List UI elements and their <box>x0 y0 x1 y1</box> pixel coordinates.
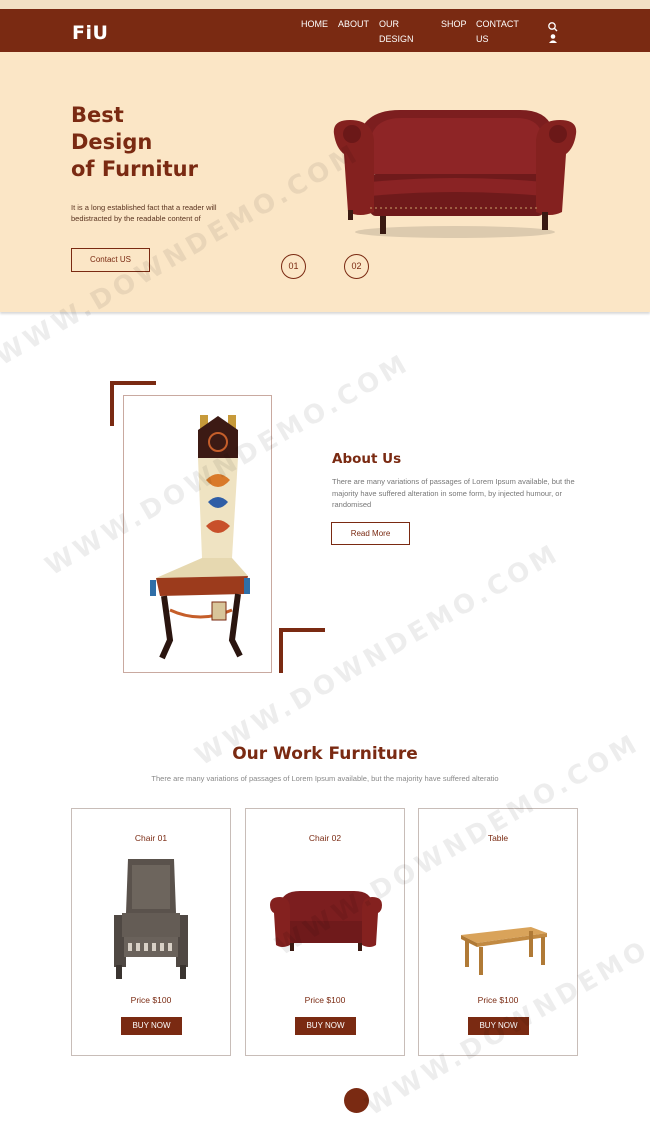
read-more-button[interactable]: Read More <box>331 522 410 545</box>
user-icon[interactable] <box>547 33 559 45</box>
hero-title: Best Design of Furnitur <box>71 102 271 183</box>
nav-link-contact-us[interactable]: CONTACT US <box>476 17 526 47</box>
product-price: Price $100 <box>477 995 519 1005</box>
top-strip <box>0 0 650 9</box>
hero-title-line: Design <box>71 130 153 154</box>
product-name: Table <box>487 833 509 843</box>
work-section-subtitle: There are many variations of passages of… <box>151 774 499 783</box>
about-description: There are many variations of passages of… <box>332 477 575 509</box>
nav-link-our-design[interactable]: OUR DESIGN <box>379 17 419 47</box>
hero-sofa-image <box>333 110 577 238</box>
product-card-table: Table Price $100 BUY NOW <box>418 808 578 1056</box>
buy-now-button[interactable]: BUY NOW <box>121 1017 182 1035</box>
product-card-chair-02: Chair 02 Price $100 BUY NOW <box>245 808 405 1056</box>
product-image-table <box>461 927 547 975</box>
product-price: Price $100 <box>304 995 346 1005</box>
buy-now-button[interactable]: BUY NOW <box>295 1017 356 1035</box>
search-icon[interactable] <box>547 21 559 33</box>
about-title: About Us <box>332 451 402 467</box>
frame-corner-bottom-right <box>279 628 325 632</box>
buy-now-button[interactable]: BUY NOW <box>468 1017 529 1035</box>
frame-corner-bottom-right <box>279 628 283 673</box>
product-image-chair-01 <box>114 859 188 979</box>
about-chair-image <box>150 415 250 660</box>
slide-01-button[interactable]: 01 <box>281 254 306 279</box>
product-card-chair-01: Chair 01 Price $100 BUY NOW <box>71 808 231 1056</box>
slide-02-button[interactable]: 02 <box>344 254 369 279</box>
product-name: Chair 01 <box>134 833 168 843</box>
frame-corner-top-left <box>110 381 156 385</box>
hero-title-line: Best <box>71 103 124 127</box>
frame-corner-top-left <box>110 381 114 426</box>
product-image-chair-02 <box>270 891 382 951</box>
nav-link-shop[interactable]: SHOP <box>441 17 467 32</box>
contact-us-button[interactable]: Contact US <box>71 248 150 272</box>
product-price: Price $100 <box>130 995 172 1005</box>
navbar: FiU HOME ABOUT OUR DESIGN SHOP CONTACT U… <box>0 9 650 52</box>
nav-link-home[interactable]: HOME <box>301 17 328 32</box>
hero-section: Best Design of Furnitur It is a long est… <box>0 52 650 312</box>
work-section-title: Our Work Furniture <box>232 744 418 764</box>
hero-title-line: of Furnitur <box>71 157 198 181</box>
logo[interactable]: FiU <box>72 22 108 44</box>
scroll-top-button[interactable] <box>344 1088 369 1113</box>
hero-description: It is a long established fact that a rea… <box>71 203 217 223</box>
nav-link-about[interactable]: ABOUT <box>338 17 369 32</box>
product-name: Chair 02 <box>308 833 342 843</box>
